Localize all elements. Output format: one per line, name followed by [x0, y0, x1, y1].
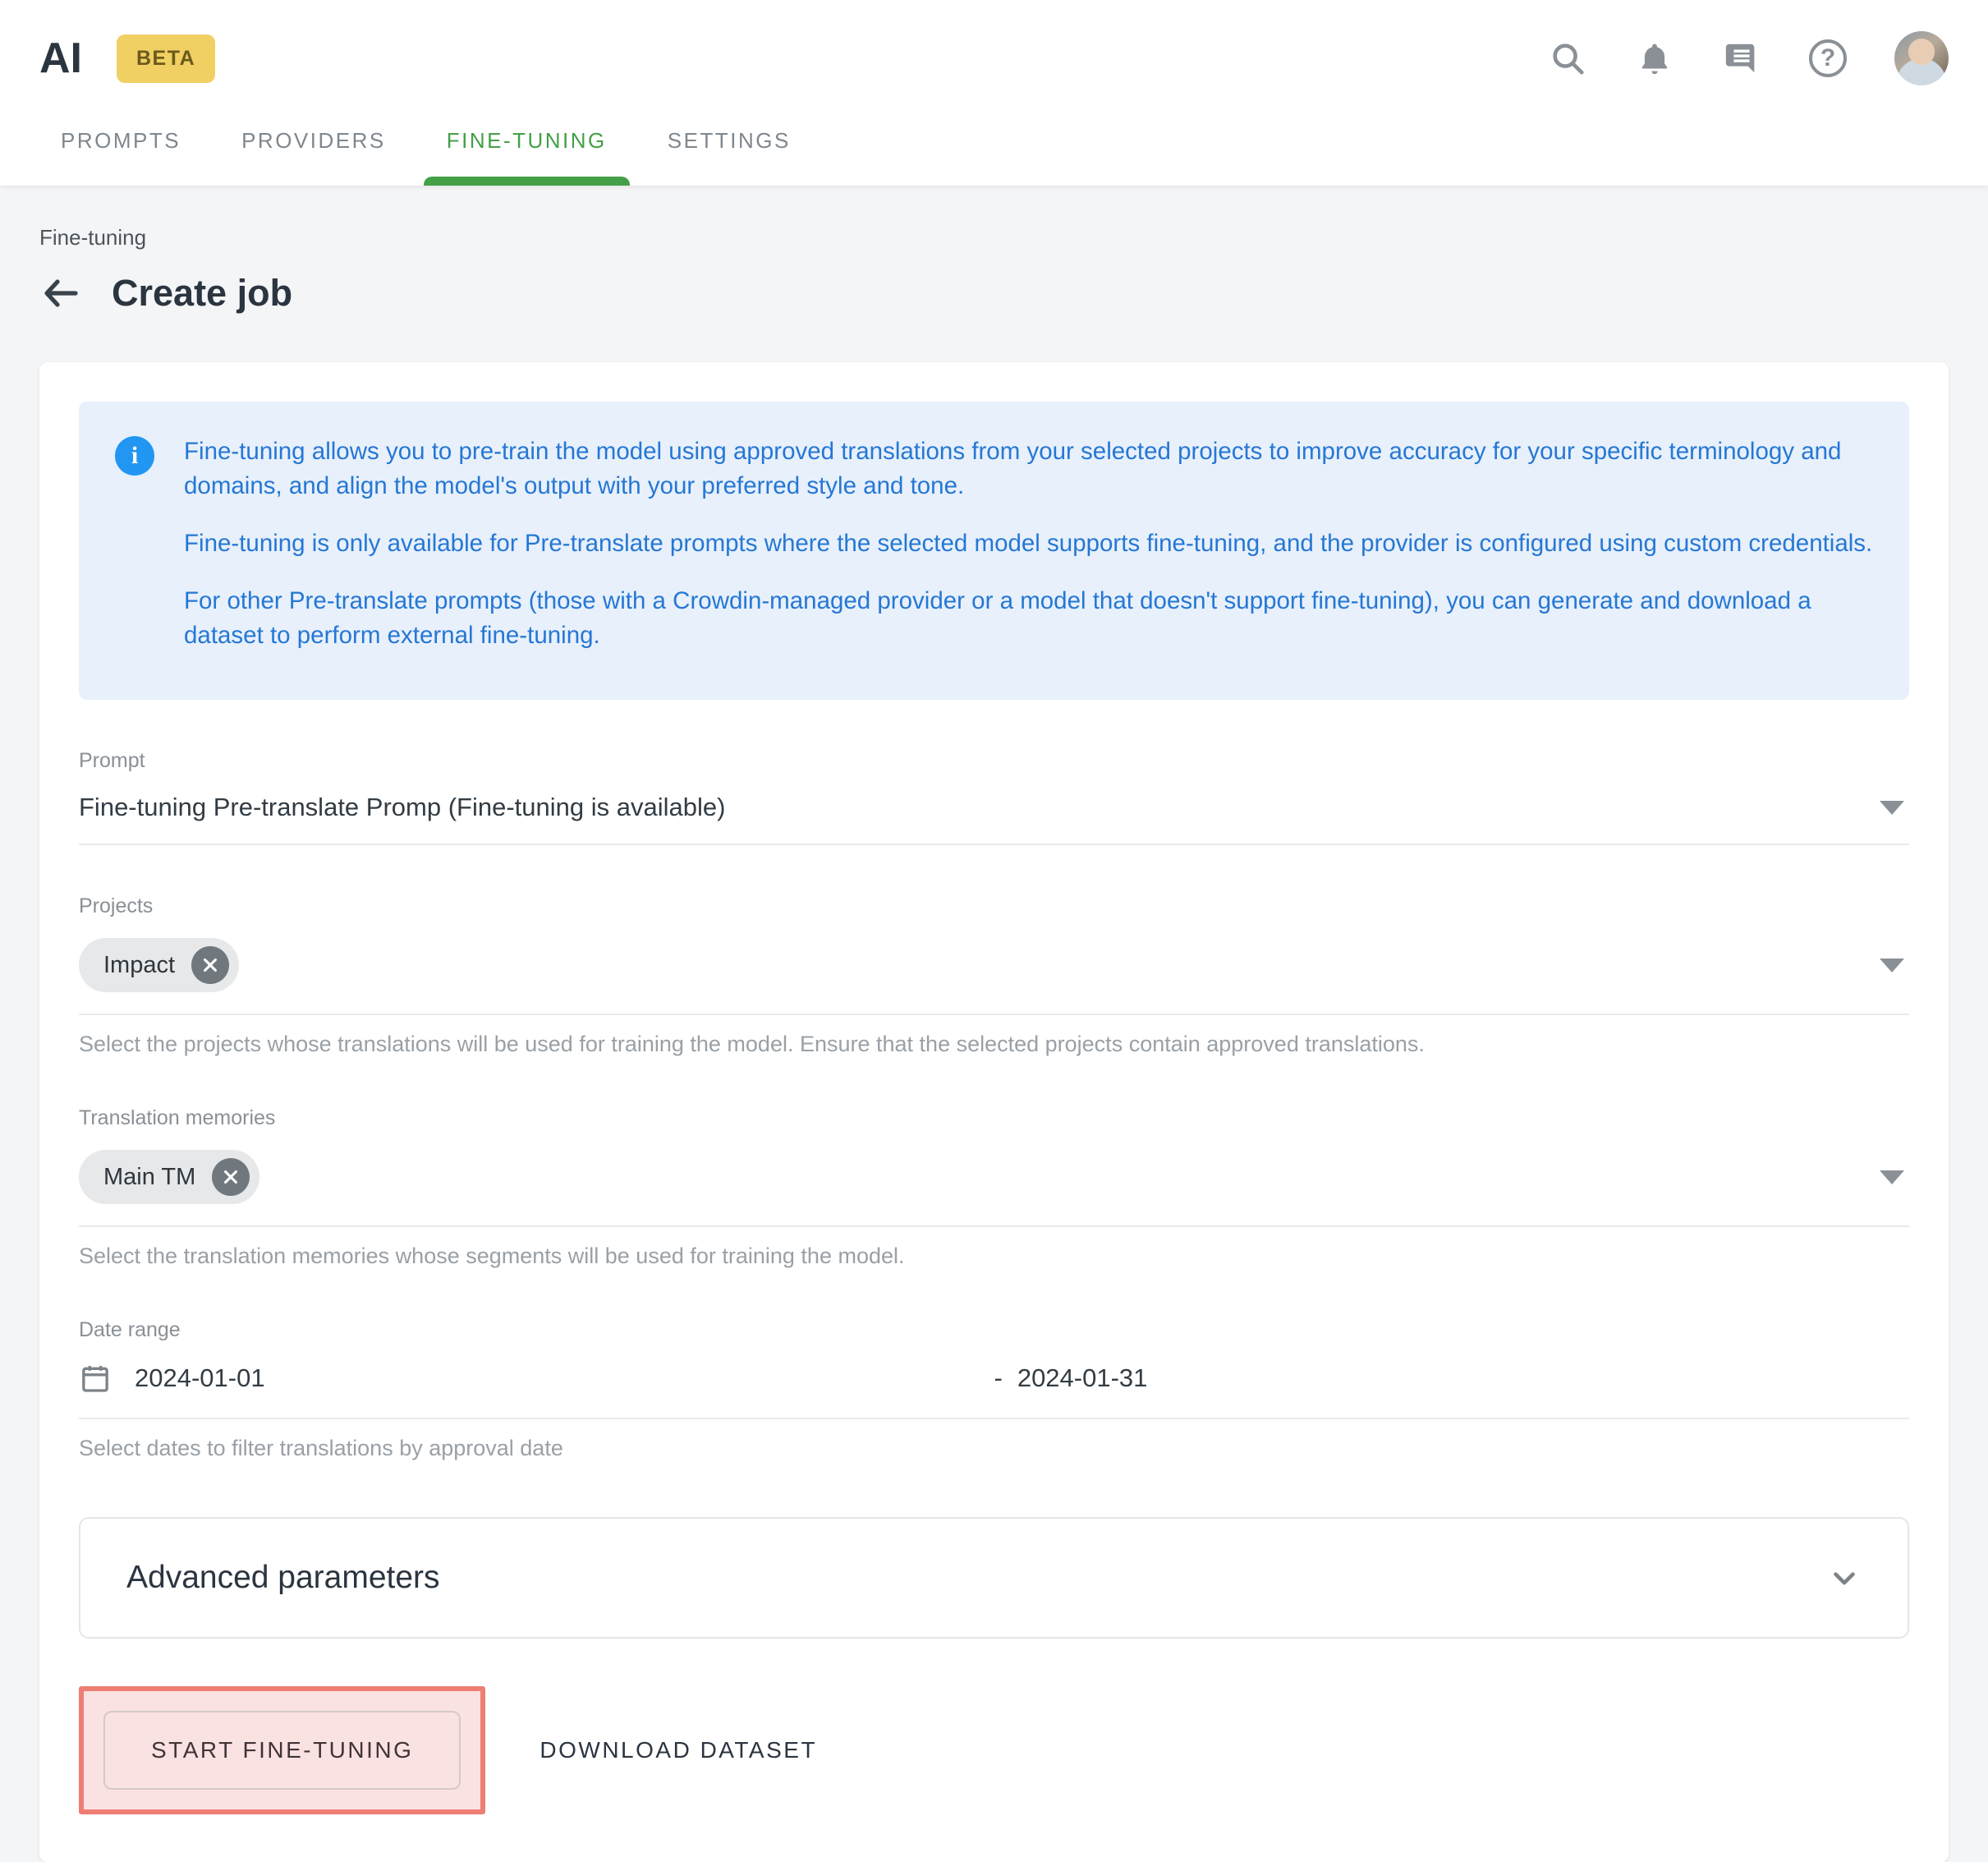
help-icon[interactable]: ?	[1809, 39, 1847, 77]
tab-fine-tuning[interactable]: FINE-TUNING	[443, 117, 610, 186]
translation-memories-helper-text: Select the translation memories whose se…	[79, 1244, 1909, 1269]
prompt-value: Fine-tuning Pre-translate Promp (Fine-tu…	[79, 793, 725, 822]
remove-chip-icon[interactable]	[212, 1158, 250, 1196]
date-range-helper-text: Select dates to filter translations by a…	[79, 1436, 1909, 1461]
tab-settings[interactable]: SETTINGS	[664, 117, 794, 186]
page-title: Create job	[112, 272, 292, 315]
project-chip-label: Impact	[103, 952, 175, 979]
logo-row: AI BETA	[39, 34, 215, 83]
create-job-card: i Fine-tuning allows you to pre-train th…	[39, 362, 1949, 1862]
messages-icon[interactable]	[1722, 39, 1761, 78]
chevron-down-icon[interactable]	[1880, 959, 1904, 972]
download-dataset-button[interactable]: DOWNLOAD DATASET	[531, 1721, 825, 1780]
projects-helper-text: Select the projects whose translations w…	[79, 1032, 1909, 1057]
info-paragraph: Fine-tuning is only available for Pre-tr…	[184, 526, 1873, 561]
search-icon[interactable]	[1548, 39, 1587, 78]
tm-chip-label: Main TM	[103, 1164, 195, 1191]
tm-chip[interactable]: Main TM	[79, 1150, 259, 1204]
notifications-bell-icon[interactable]	[1635, 39, 1674, 78]
action-buttons-row: START FINE-TUNING DOWNLOAD DATASET	[79, 1686, 1909, 1814]
breadcrumb: Fine-tuning	[39, 225, 1949, 251]
projects-label: Projects	[79, 894, 1909, 918]
highlight-annotation: START FINE-TUNING	[79, 1686, 485, 1814]
title-row: Create job	[39, 272, 1949, 315]
translation-memories-field: Translation memories Main TM Select the …	[79, 1106, 1909, 1269]
prompt-label: Prompt	[79, 749, 1909, 773]
advanced-parameters-accordion[interactable]: Advanced parameters	[79, 1517, 1909, 1639]
translation-memories-chips: Main TM	[79, 1150, 259, 1204]
tab-prompts[interactable]: PROMPTS	[57, 117, 184, 186]
chevron-down-icon[interactable]	[1880, 801, 1904, 815]
prompt-select[interactable]: Fine-tuning Pre-translate Promp (Fine-tu…	[79, 773, 1909, 845]
header-icons: ?	[1548, 31, 1949, 85]
header-top: AI BETA	[0, 0, 1988, 117]
projects-field: Projects Impact Select the projects whos…	[79, 894, 1909, 1057]
date-range-label: Date range	[79, 1318, 1909, 1342]
tab-bar: PROMPTS PROVIDERS FINE-TUNING SETTINGS	[0, 117, 1988, 186]
prompt-field: Prompt Fine-tuning Pre-translate Promp (…	[79, 749, 1909, 845]
chevron-down-icon[interactable]	[1880, 1170, 1904, 1184]
start-fine-tuning-button[interactable]: START FINE-TUNING	[103, 1711, 461, 1790]
app-header: AI BETA	[0, 0, 1988, 186]
info-text: Fine-tuning allows you to pre-train the …	[184, 434, 1873, 675]
date-start-input[interactable]: 2024-01-01	[79, 1362, 994, 1395]
avatar[interactable]	[1894, 31, 1949, 85]
date-end-value: 2024-01-31	[1017, 1363, 1148, 1393]
project-chip[interactable]: Impact	[79, 938, 239, 992]
calendar-icon	[79, 1362, 112, 1395]
info-paragraph: Fine-tuning allows you to pre-train the …	[184, 434, 1873, 503]
page-content: Fine-tuning Create job i Fine-tuning all…	[0, 225, 1988, 1862]
projects-select[interactable]: Impact	[79, 918, 1909, 1015]
info-box: i Fine-tuning allows you to pre-train th…	[79, 402, 1909, 700]
tab-providers[interactable]: PROVIDERS	[238, 117, 389, 186]
translation-memories-label: Translation memories	[79, 1106, 1909, 1130]
date-start-value: 2024-01-01	[135, 1363, 265, 1393]
chevron-down-icon	[1827, 1561, 1862, 1595]
date-range-inputs: 2024-01-01 - 2024-01-31	[79, 1342, 1909, 1419]
advanced-parameters-title: Advanced parameters	[126, 1560, 440, 1596]
beta-badge: BETA	[117, 34, 215, 83]
date-range-field: Date range 2024-01-01 - 2024-01-31 Selec	[79, 1318, 1909, 1461]
app-logo: AI	[39, 34, 82, 83]
remove-chip-icon[interactable]	[191, 946, 229, 984]
date-end-input[interactable]: - 2024-01-31	[994, 1363, 1148, 1393]
date-separator: -	[994, 1363, 1003, 1393]
back-arrow-icon[interactable]	[39, 272, 82, 315]
info-paragraph: For other Pre-translate prompts (those w…	[184, 584, 1873, 653]
projects-chips: Impact	[79, 938, 239, 992]
translation-memories-select[interactable]: Main TM	[79, 1130, 1909, 1227]
info-icon: i	[115, 436, 154, 476]
